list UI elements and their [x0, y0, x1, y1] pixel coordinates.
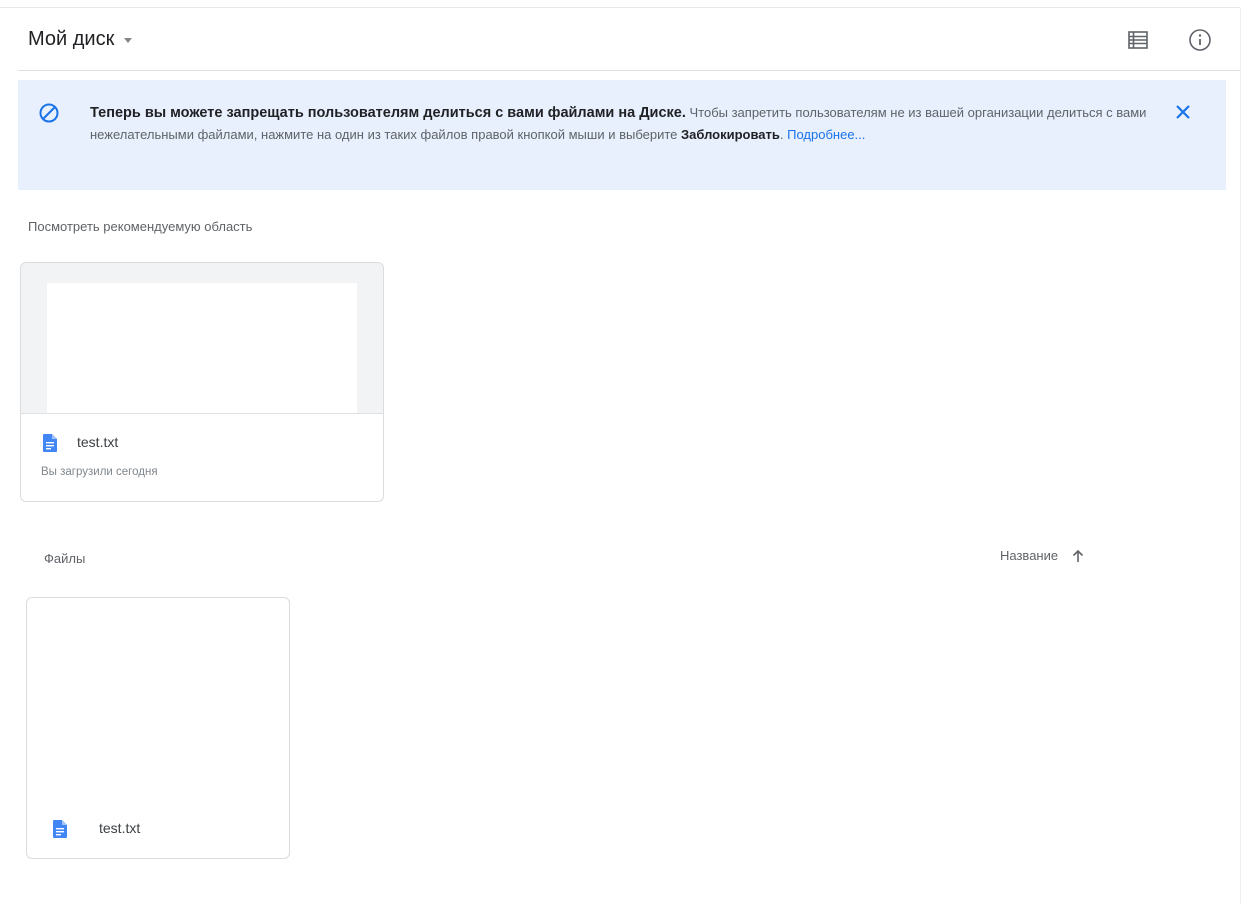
doc-file-icon: [53, 820, 67, 838]
my-drive-dropdown[interactable]: Мой диск: [28, 28, 133, 51]
file-activity: Вы загрузили сегодня: [41, 466, 158, 478]
file-preview: [47, 283, 357, 413]
top-divider: [0, 7, 1240, 8]
learn-more-link[interactable]: Подробнее...: [787, 127, 865, 142]
file-name: test.txt: [99, 820, 141, 836]
banner-close-button[interactable]: [1171, 100, 1195, 124]
sort-label: Название: [1000, 548, 1059, 563]
list-view-button[interactable]: [1124, 26, 1152, 54]
files-section-label: Файлы: [44, 551, 86, 566]
right-divider: [1240, 8, 1241, 904]
info-icon: [1189, 29, 1211, 51]
info-button[interactable]: [1186, 26, 1214, 54]
suggested-section-label: Посмотреть рекомендуемую область: [28, 219, 253, 234]
arrow-up-icon[interactable]: [1072, 549, 1084, 563]
sort-by-name-button[interactable]: Название: [1000, 548, 1084, 563]
doc-file-icon: [43, 434, 57, 452]
banner-block-action: Заблокировать: [681, 127, 780, 142]
info-banner: Теперь вы можете запрещать пользователям…: [18, 80, 1226, 190]
suggested-file-card[interactable]: test.txt Вы загрузили сегодня: [20, 262, 384, 502]
page-title: Мой диск: [28, 28, 115, 50]
block-icon: [38, 102, 60, 129]
list-view-icon: [1128, 31, 1148, 49]
banner-message: Теперь вы можете запрещать пользователям…: [90, 102, 1160, 145]
drive-page: Мой диск Теперь вы можете запрещать поль…: [0, 0, 1252, 904]
file-preview-area: [21, 263, 383, 414]
file-name: test.txt: [77, 434, 119, 450]
header-bar: Мой диск: [18, 10, 1240, 71]
chevron-down-icon: [124, 38, 133, 43]
close-icon: [1176, 105, 1190, 119]
banner-lead: Теперь вы можете запрещать пользователям…: [90, 105, 686, 121]
file-card[interactable]: test.txt: [26, 597, 290, 859]
